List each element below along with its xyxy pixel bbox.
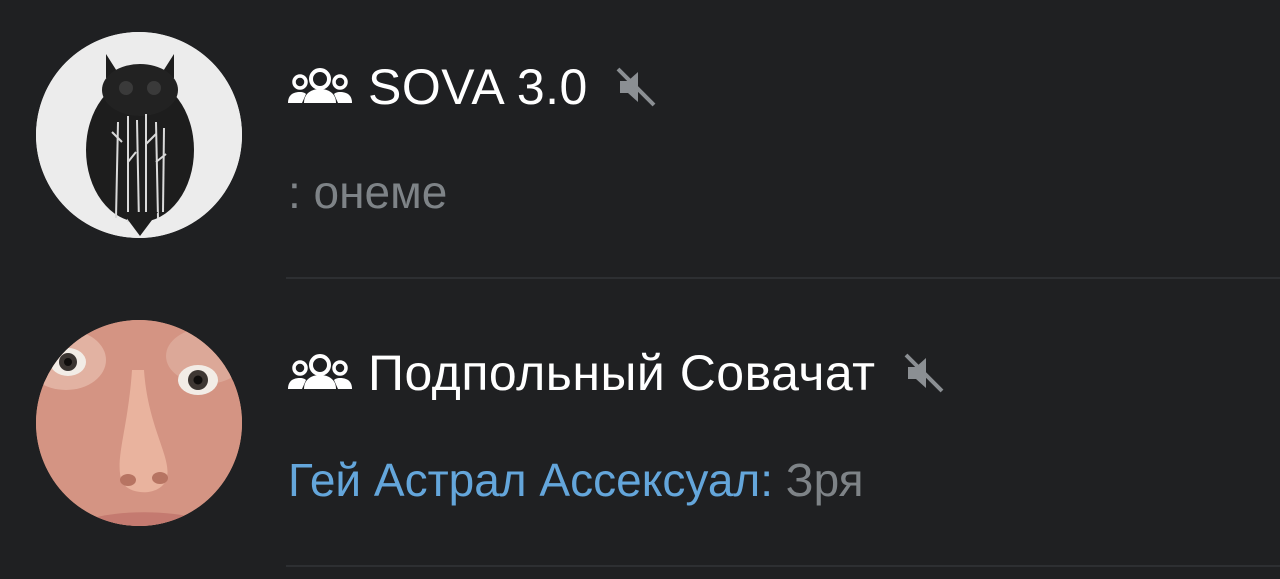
face-avatar-image — [36, 320, 242, 526]
owl-avatar-image — [36, 32, 242, 238]
divider — [286, 565, 1280, 567]
chat-item-sova[interactable]: SOVA 3.0 : онеме — [0, 0, 1280, 290]
divider — [286, 277, 1280, 279]
chat-title-line: SOVA 3.0 — [286, 52, 660, 122]
muted-icon — [900, 349, 948, 397]
chat-title: Подпольный Совачат — [368, 345, 876, 401]
chat-title: SOVA 3.0 — [368, 59, 588, 115]
chat-preview: : онеме — [288, 160, 447, 224]
chat-preview: Гей Астрал Ассексуал: Зря — [288, 448, 864, 512]
muted-icon — [612, 63, 660, 111]
chat-avatar — [36, 32, 242, 238]
chat-title-line: Подпольный Совачат — [286, 338, 948, 408]
chat-avatar — [36, 320, 242, 526]
preview-message: Зря — [773, 454, 864, 506]
group-icon — [286, 353, 354, 393]
chat-item-sovachat[interactable]: Подпольный Совачат Гей Астрал Ассексуал:… — [0, 290, 1280, 579]
group-icon — [286, 67, 354, 107]
preview-sender: Гей Астрал Ассексуал: — [288, 454, 774, 506]
chat-list: SOVA 3.0 : онеме Подпольный Совачат Гей … — [0, 0, 1280, 579]
preview-message: : онеме — [288, 166, 448, 218]
